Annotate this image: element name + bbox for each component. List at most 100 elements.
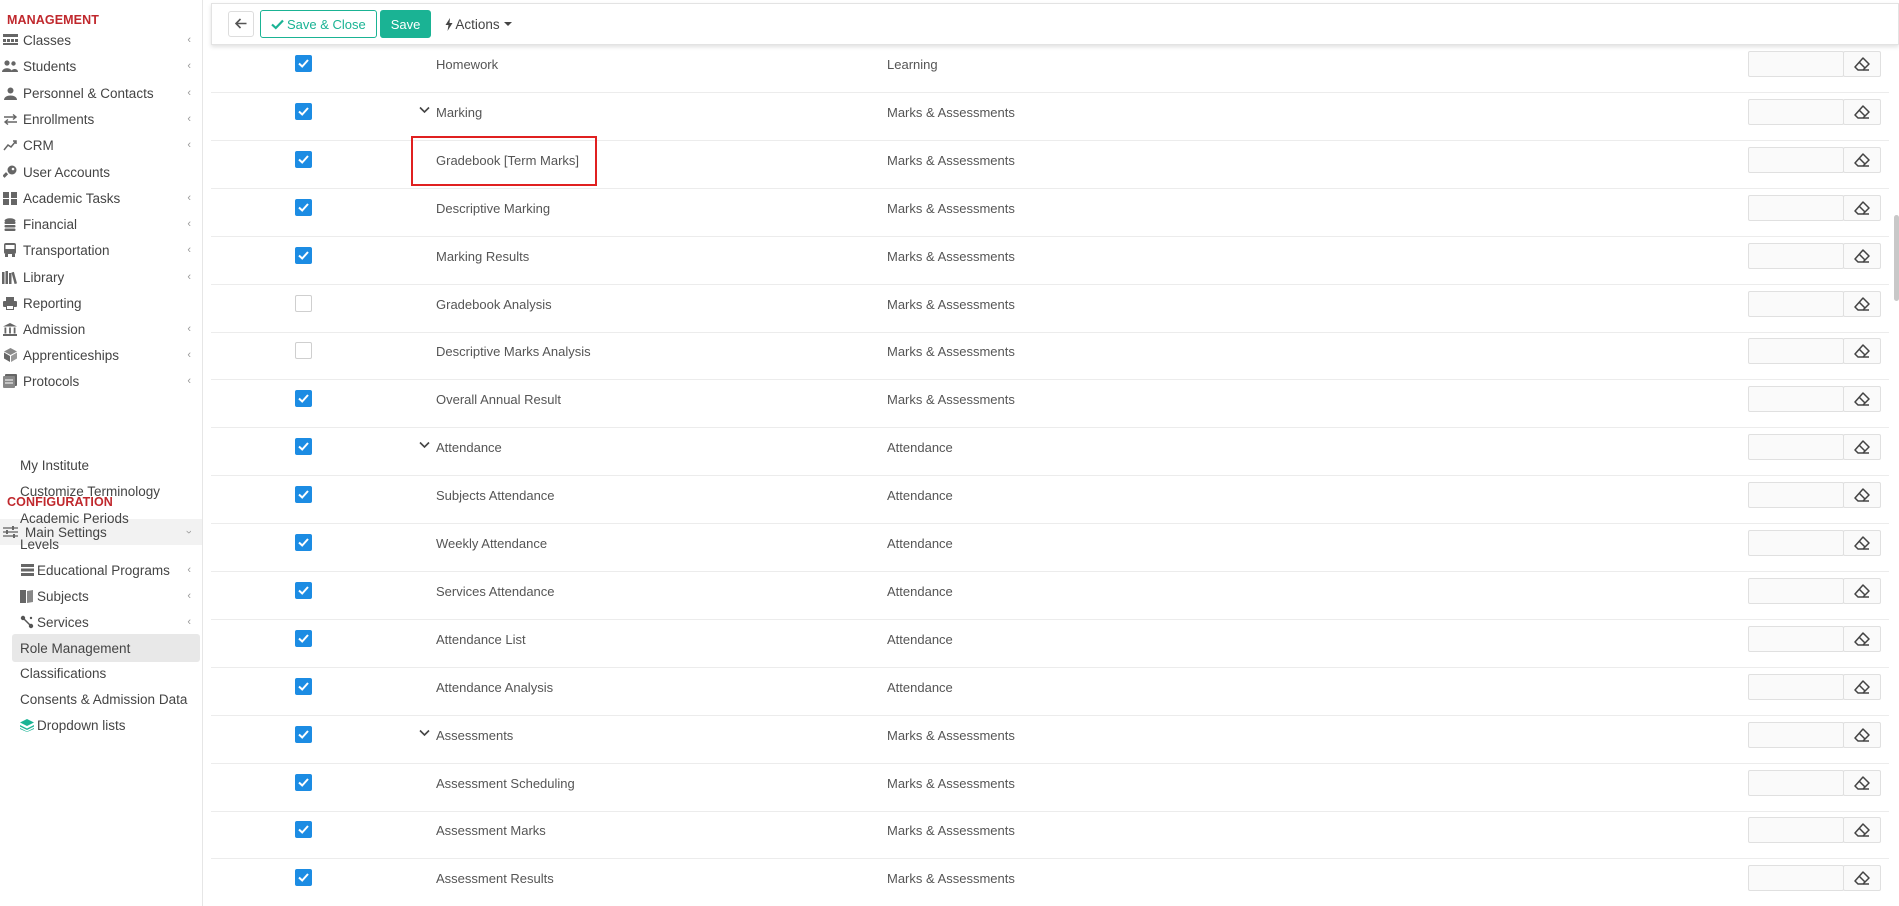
module-value-input[interactable] [1748,817,1844,844]
clear-button[interactable] [1843,386,1881,413]
module-value-input[interactable] [1748,386,1844,413]
module-checkbox[interactable] [295,773,312,791]
module-value-input[interactable] [1748,146,1844,173]
module-checkbox[interactable] [295,677,312,695]
module-value-input[interactable] [1748,577,1844,604]
module-checkbox[interactable] [295,198,312,216]
eraser-icon [1854,488,1870,502]
sidebar-item-consents-admission-data[interactable]: Consents & Admission Data [0,685,202,713]
clear-button[interactable] [1843,434,1881,461]
module-checkbox[interactable] [295,581,312,599]
clear-button[interactable] [1843,673,1881,700]
sidebar-item-educational-programs[interactable]: Educational Programs ‹ [0,556,202,584]
sidebar-item-user-accounts[interactable]: User Accounts [0,159,202,185]
clear-button[interactable] [1843,338,1881,365]
sidebar-item-apprenticeships[interactable]: Apprenticeships ‹ [0,342,202,368]
clear-button[interactable] [1843,625,1881,652]
sidebar-item-customize-terminology[interactable]: Customize Terminology [0,477,202,505]
module-value-input[interactable] [1748,482,1844,509]
clear-button[interactable] [1843,577,1881,604]
module-value-input[interactable] [1748,194,1844,221]
clear-button[interactable] [1843,530,1881,556]
clear-button[interactable] [1843,865,1881,892]
clear-button[interactable] [1843,290,1881,317]
eraser-icon [1854,584,1870,598]
module-value-input[interactable] [1748,865,1844,892]
module-name: Gradebook Analysis [436,296,552,312]
sidebar-item-subjects[interactable]: Subjects ‹ [0,582,202,610]
sidebar-item-classifications[interactable]: Classifications [0,659,202,687]
clear-button[interactable] [1843,769,1881,796]
clear-button[interactable] [1843,817,1881,844]
module-value-input[interactable] [1748,530,1844,556]
sidebar-item-protocols[interactable]: Protocols ‹ [0,368,202,394]
module-value-input[interactable] [1748,721,1844,748]
sidebar-item-classes[interactable]: Classes ‹ [0,27,202,53]
module-value-input[interactable] [1748,98,1844,125]
sidebar-item-academic-tasks[interactable]: Academic Tasks ‹ [0,185,202,211]
module-checkbox[interactable] [295,55,312,72]
sidebar-item-transportation[interactable]: Transportation ‹ [0,237,202,263]
sidebar-item-label: Customize Terminology [20,483,161,499]
sidebar-item-personnel-contacts[interactable]: Personnel & Contacts ‹ [0,80,202,106]
clear-button[interactable] [1843,194,1881,221]
module-checkbox[interactable] [295,725,312,743]
chevron-down-icon[interactable] [419,726,430,740]
save-and-close-button[interactable]: Save & Close [260,10,377,38]
crm-icon [2,138,18,152]
module-checkbox[interactable] [295,534,312,551]
sidebar-item-financial[interactable]: Financial ‹ [0,211,202,237]
module-checkbox[interactable] [295,486,312,504]
module-checkbox[interactable] [295,102,312,120]
sidebar-item-library[interactable]: Library ‹ [0,264,202,290]
module-checkbox[interactable] [295,821,312,839]
clear-button[interactable] [1843,98,1881,125]
scrollbar[interactable] [1894,215,1899,301]
sidebar-item-my-institute[interactable]: My Institute [0,451,202,479]
clear-button[interactable] [1843,721,1881,748]
sidebar-item-reporting[interactable]: Reporting [0,290,202,316]
module-group: Attendance [887,631,953,647]
chevron-down-icon[interactable] [419,103,430,117]
module-value-input[interactable] [1748,625,1844,652]
sidebar-item-role-management[interactable]: Role Management [12,634,200,662]
eraser-icon [1854,153,1870,167]
coins-icon [2,217,18,231]
sidebar-item-enrollments[interactable]: Enrollments ‹ [0,106,202,132]
module-value-input[interactable] [1748,290,1844,317]
module-value-input[interactable] [1748,338,1844,365]
caret-down-icon [503,22,512,26]
clear-button[interactable] [1843,51,1881,77]
clear-button[interactable] [1843,242,1881,269]
module-checkbox[interactable] [295,342,312,360]
sidebar-item-admission[interactable]: Admission ‹ [0,316,202,342]
module-checkbox[interactable] [295,869,312,887]
module-value-input[interactable] [1748,51,1844,77]
table-row: Assessment Scheduling Marks & Assessment… [211,764,1889,812]
module-value-input[interactable] [1748,769,1844,796]
chevron-down-icon[interactable] [419,438,430,452]
sidebar-item-crm[interactable]: CRM ‹ [0,132,202,158]
module-value-input[interactable] [1748,434,1844,461]
module-checkbox[interactable] [295,294,312,312]
chevron-left-icon: ‹ [187,244,191,256]
sidebar-item-academic-periods[interactable]: Academic Periods [0,504,202,532]
module-checkbox[interactable] [295,438,312,456]
save-button[interactable]: Save [379,10,432,38]
actions-dropdown[interactable]: Actions [441,10,515,38]
clear-button[interactable] [1843,482,1881,509]
sidebar-item-dropdown-lists[interactable]: Dropdown lists [0,711,202,739]
module-value-input[interactable] [1748,242,1844,269]
sidebar-item-services[interactable]: Services ‹ [0,608,202,636]
module-group: Marks & Assessments [887,392,1015,408]
clear-button[interactable] [1843,146,1881,173]
module-checkbox[interactable] [295,150,312,168]
module-value-input[interactable] [1748,673,1844,700]
module-checkbox[interactable] [295,390,312,408]
back-button[interactable] [228,11,254,37]
sidebar-item-levels[interactable]: Levels [0,530,202,558]
module-checkbox[interactable] [295,246,312,264]
module-checkbox[interactable] [295,629,312,647]
module-name: Marking Results [436,248,530,264]
sidebar-item-students[interactable]: Students ‹ [0,53,202,79]
